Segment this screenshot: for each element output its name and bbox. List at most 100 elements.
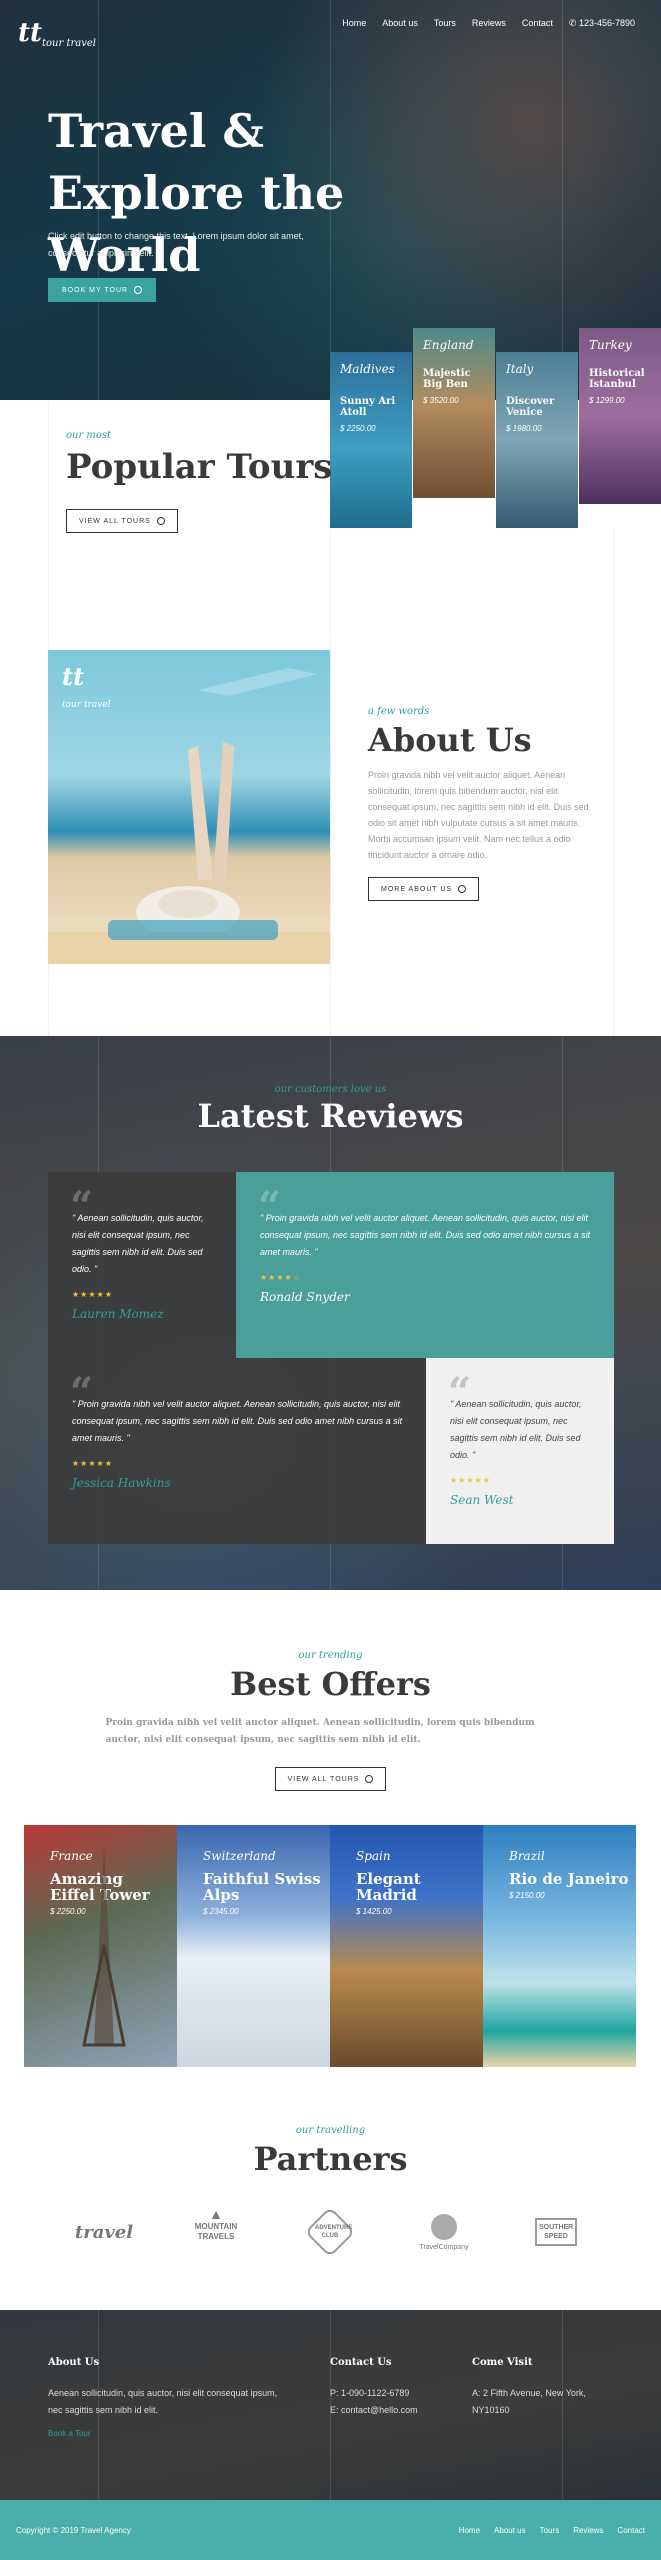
review-card: “ " Proin gravida nibh vel velit auctor … <box>236 1172 614 1358</box>
offer-name: Faithful Swiss Alps <box>203 1870 321 1904</box>
partner-logo-adventure[interactable]: ADVENTURE CLUB <box>290 2206 370 2260</box>
tour-country: Italy <box>506 362 534 376</box>
tour-card-italy[interactable]: Italy Discover Venice $ 1980.00 <box>496 352 578 528</box>
reviews-kicker: our customers love us <box>274 1084 387 1095</box>
review-text: " Aenean sollicitudin, quis auctor, nisi… <box>450 1399 582 1460</box>
book-my-tour-label: Book my tour <box>62 286 129 294</box>
about-text: Proin gravida nibh vel velit auctor aliq… <box>368 770 589 860</box>
review-text: " Proin gravida nibh vel velit auctor al… <box>260 1213 591 1257</box>
offer-country: Switzerland <box>203 1849 276 1863</box>
logo-mark: tt <box>18 18 43 48</box>
offers-text: Proin gravida nibh vel velit auctor aliq… <box>105 1718 535 1745</box>
tour-card-maldives[interactable]: Maldives Sunny Ari Atoll $ 2250.00 <box>330 352 412 528</box>
popular-title: Popular Tours <box>66 447 333 487</box>
footer-menu: Home About us Tours Reviews Contact <box>459 2526 645 2535</box>
offers-title: Best Offers <box>230 1665 431 1703</box>
more-about-us-button[interactable]: More about us <box>368 877 480 901</box>
about-title: About Us <box>368 721 532 759</box>
star-rating: ★★★★★ <box>72 1459 113 1468</box>
review-card: “ " Proin gravida nibh vel velit auctor … <box>48 1358 426 1544</box>
partner-logo-text: ADVENTURE CLUB <box>315 2225 353 2239</box>
review-author: Sean West <box>450 1493 514 1507</box>
star-rating: ★★★★☆ <box>260 1273 301 1282</box>
copyright-text: Copyright © 2019 Travel Agency <box>16 2526 131 2535</box>
logo[interactable]: tt tour travel <box>18 18 96 49</box>
view-all-offers-label: View all tours <box>287 1775 360 1783</box>
partner-logo-travel[interactable]: travel <box>64 2210 144 2260</box>
review-author: Jessica Hawkins <box>72 1476 171 1490</box>
nav-reviews[interactable]: Reviews <box>472 18 506 29</box>
footer-phone[interactable]: P: 1-090-1122-6789 <box>330 2385 460 2402</box>
beach-illustration <box>48 668 330 964</box>
quote-icon: “ <box>448 1369 472 1416</box>
quote-icon: “ <box>70 1369 94 1416</box>
partners-title: Partners <box>253 2140 408 2178</box>
tour-price: $ 2250.00 <box>340 424 376 433</box>
review-text: " Aenean sollicitudin, quis auctor, nisi… <box>72 1213 204 1274</box>
eiffel-tower-illustration <box>82 1845 126 2047</box>
nav-contact[interactable]: Contact <box>522 18 553 29</box>
quote-icon: “ <box>258 1183 282 1230</box>
review-author: Lauren Momez <box>72 1307 164 1321</box>
offers-kicker: our trending <box>298 1650 363 1661</box>
partner-logo-southerspeed[interactable]: SOUTHER SPEED <box>516 2210 596 2260</box>
star-rating: ★★★★★ <box>72 1290 113 1299</box>
tour-name: Sunny Ari Atoll <box>340 396 396 418</box>
tour-country: England <box>423 338 474 352</box>
offer-price: $ 1425.00 <box>356 1907 392 1916</box>
footer-nav-reviews[interactable]: Reviews <box>573 2526 603 2535</box>
top-navigation: tt tour travel Home About us Tours Revie… <box>0 16 661 49</box>
star-rating: ★★★★★ <box>450 1476 491 1485</box>
tour-name: Majestic Big Ben <box>423 368 471 390</box>
nav-about-us[interactable]: About us <box>382 18 418 29</box>
offer-card-spain[interactable]: Spain Elegant Madrid $ 1425.00 <box>330 1825 483 2067</box>
offer-card-switzerland[interactable]: Switzerland Faithful Swiss Alps $ 2345.0… <box>177 1825 330 2067</box>
reviews-header: our customers love us Latest Reviews <box>0 1084 661 1135</box>
footer: About Us Aenean sollicitudin, quis aucto… <box>0 2310 661 2500</box>
footer-nav-about-us[interactable]: About us <box>494 2526 526 2535</box>
review-card: “ " Aenean sollicitudin, quis auctor, ni… <box>48 1172 236 1358</box>
footer-nav-contact[interactable]: Contact <box>617 2526 645 2535</box>
popular-kicker: our most <box>66 430 112 441</box>
offer-card-france[interactable]: France Amazing Eiffel Tower $ 2250.00 <box>24 1825 177 2067</box>
nav-phone[interactable]: ✆ 123-456-7890 <box>569 18 635 29</box>
page: tt tour travel Home About us Tours Revie… <box>0 0 661 2560</box>
tour-price: $ 1299.00 <box>589 396 625 405</box>
partner-logo-travelcompany[interactable]: TravelCompany <box>404 2210 484 2260</box>
logo-name: tour travel <box>42 38 96 49</box>
offer-card-brazil[interactable]: Brazil Rio de Janeiro $ 2150.00 <box>483 1825 636 2067</box>
nav-home[interactable]: Home <box>342 18 366 29</box>
footer-nav-home[interactable]: Home <box>459 2526 480 2535</box>
book-my-tour-button[interactable]: Book my tour <box>48 278 157 302</box>
popular-tours-section: our most Popular Tours View all tours <box>66 430 332 533</box>
arrow-circle-icon <box>156 517 165 525</box>
phone-icon: ✆ <box>568 18 579 28</box>
footer-nav-tours[interactable]: Tours <box>540 2526 560 2535</box>
tour-country: Turkey <box>589 338 632 352</box>
offer-name: Rio de Janeiro <box>509 1870 629 1888</box>
tour-card-england[interactable]: England Majestic Big Ben $ 3520.00 <box>413 328 495 498</box>
partner-logo-mountain[interactable]: ▲ MOUNTAIN TRAVELS <box>176 2207 256 2260</box>
partners-kicker: our travelling <box>295 2125 366 2136</box>
offer-price: $ 2150.00 <box>509 1891 545 1900</box>
footer-book-link[interactable]: Book a Tour <box>48 2425 278 2442</box>
footer-about-text: Aenean sollicitudin, quis auctor, nisi e… <box>48 2388 278 2415</box>
view-all-offers-button[interactable]: View all tours <box>274 1767 387 1791</box>
about-image: tt tour travel <box>48 650 330 964</box>
footer-visit-title: Come Visit <box>472 2357 533 2368</box>
footer-email[interactable]: E: contact@hello.com <box>330 2402 460 2419</box>
tour-name: Discover Venice <box>506 396 555 418</box>
main-menu: Home About us Tours Reviews Contact ✆ 12… <box>342 18 635 29</box>
arrow-circle-icon <box>458 885 467 893</box>
nav-tours[interactable]: Tours <box>434 18 456 29</box>
partner-logo-text: SOUTHER SPEED <box>535 2218 577 2246</box>
quote-icon: “ <box>70 1183 94 1230</box>
tour-card-turkey[interactable]: Turkey Historical Istanbul $ 1299.00 <box>579 328 661 504</box>
view-all-tours-button[interactable]: View all tours <box>66 509 178 533</box>
best-offers-section: our trending Best Offers Proin gravida n… <box>0 1650 661 1791</box>
offer-price: $ 2345.00 <box>203 1907 239 1916</box>
arrow-circle-icon <box>134 286 143 294</box>
more-about-us-label: More about us <box>381 885 453 893</box>
partner-logo-text: MOUNTAIN TRAVELS <box>194 2222 238 2241</box>
reviews-title: Latest Reviews <box>197 1097 464 1135</box>
